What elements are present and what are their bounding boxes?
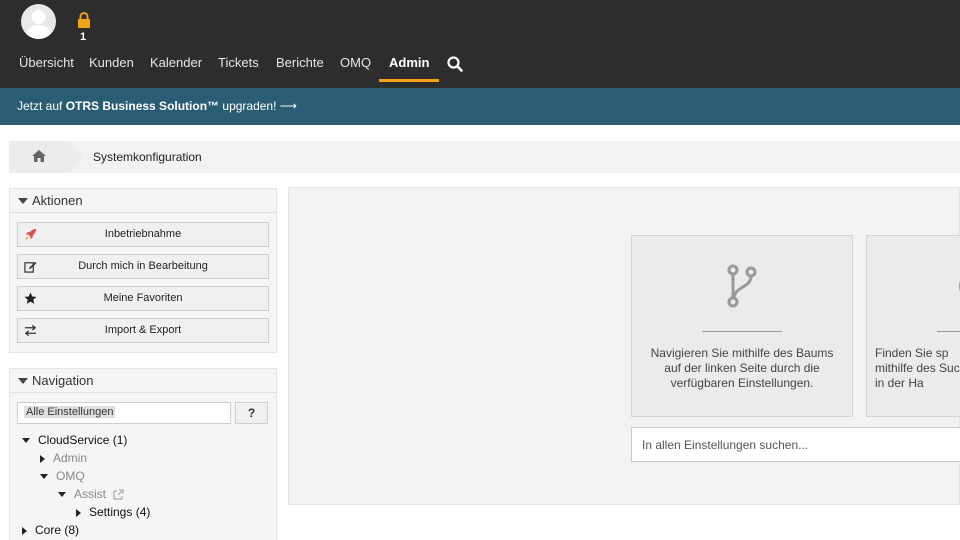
user-icon <box>25 10 52 39</box>
navigation-filter-select[interactable]: Alle Einstellungen <box>17 402 231 424</box>
expand-icon[interactable] <box>22 438 30 444</box>
external-link-icon <box>113 489 124 500</box>
actions-widget-title: Aktionen <box>32 193 83 208</box>
tree-node-admin[interactable]: Admin <box>40 451 87 465</box>
edited-by-me-button-label: Durch mich in Bearbeitung <box>78 260 208 272</box>
setup-button-label: Inbetriebnahme <box>104 228 182 240</box>
import-export-button-label: Import & Export <box>104 324 182 336</box>
nav-item-omq[interactable]: OMQ <box>330 50 381 82</box>
tree-node-cloudservice[interactable]: CloudService (1) <box>22 433 127 447</box>
star-icon <box>24 292 37 304</box>
card-divider <box>702 331 782 332</box>
search-icon[interactable] <box>447 56 463 72</box>
expand-icon[interactable] <box>58 492 66 498</box>
navigation-hint-text: Navigieren Sie mithilfe des Baums auf de… <box>650 346 834 390</box>
setup-button[interactable]: Inbetriebnahme <box>17 222 269 247</box>
nav-item-berichte[interactable]: Berichte <box>266 50 334 82</box>
favourites-button-label: Meine Favoriten <box>103 292 183 304</box>
exchange-icon <box>24 324 37 337</box>
favourites-button[interactable]: Meine Favoriten <box>17 286 269 311</box>
breadcrumb-current: Systemkonfiguration <box>93 150 202 164</box>
navigation-hint-card: Navigieren Sie mithilfe des Baums auf de… <box>631 235 853 417</box>
git-branch-icon <box>727 264 757 308</box>
search-hint-text: Finden Sie sp mithilfe des Suc in der Ha <box>875 346 960 390</box>
collapse-icon <box>18 378 28 384</box>
lock-icon[interactable] <box>77 12 91 28</box>
card-divider <box>937 331 960 332</box>
tree-node-assist[interactable]: Assist <box>58 487 124 501</box>
nav-item-tickets[interactable]: Tickets <box>208 50 269 82</box>
navigation-widget: Navigation Alle Einstellungen ? CloudSer… <box>9 368 277 540</box>
nav-item-kalender[interactable]: Kalender <box>140 50 212 82</box>
search-hint-icon <box>959 280 960 292</box>
breadcrumb: Systemkonfiguration <box>9 141 960 173</box>
home-icon <box>32 150 46 162</box>
tree-node-core[interactable]: Core (8) <box>22 523 79 537</box>
edited-by-me-button[interactable]: Durch mich in Bearbeitung <box>17 254 269 279</box>
locked-tickets-count[interactable]: 1 <box>80 31 86 43</box>
tree-node-settings[interactable]: Settings (4) <box>76 505 150 519</box>
collapse-icon <box>18 198 28 204</box>
settings-search-input[interactable] <box>631 427 960 462</box>
nav-item-admin[interactable]: Admin <box>379 50 440 82</box>
navigation-help-button[interactable]: ? <box>235 402 268 424</box>
tree-node-omq[interactable]: OMQ <box>40 469 85 483</box>
actions-widget-header[interactable]: Aktionen <box>10 189 276 213</box>
expand-icon[interactable] <box>76 508 81 517</box>
edit-icon <box>24 261 37 273</box>
navigation-filter-value: Alle Einstellungen <box>24 406 116 418</box>
nav-item-kunden[interactable]: Kunden <box>79 50 144 82</box>
nav-item-uebersicht[interactable]: Übersicht <box>9 50 84 82</box>
expand-icon[interactable] <box>40 454 45 463</box>
navigation-widget-title: Navigation <box>32 373 94 388</box>
upgrade-banner-text[interactable]: Jetzt auf OTRS Business Solution™ upgrad… <box>17 99 297 113</box>
breadcrumb-home[interactable] <box>9 141 69 173</box>
expand-icon[interactable] <box>22 526 27 535</box>
import-export-button[interactable]: Import & Export <box>17 318 269 343</box>
rocket-icon <box>24 228 37 241</box>
navigation-widget-header[interactable]: Navigation <box>10 369 276 393</box>
breadcrumb-separator <box>69 141 83 173</box>
top-header: 1 Übersicht Kunden Kalender Tickets Beri… <box>0 0 960 88</box>
expand-icon[interactable] <box>40 474 48 480</box>
upgrade-banner[interactable]: Jetzt auf OTRS Business Solution™ upgrad… <box>0 88 960 125</box>
search-hint-card: Finden Sie sp mithilfe des Suc in der Ha <box>866 235 960 417</box>
actions-widget: Aktionen Inbetriebnahme Durch mich in Be… <box>9 188 277 353</box>
avatar[interactable] <box>21 4 56 39</box>
